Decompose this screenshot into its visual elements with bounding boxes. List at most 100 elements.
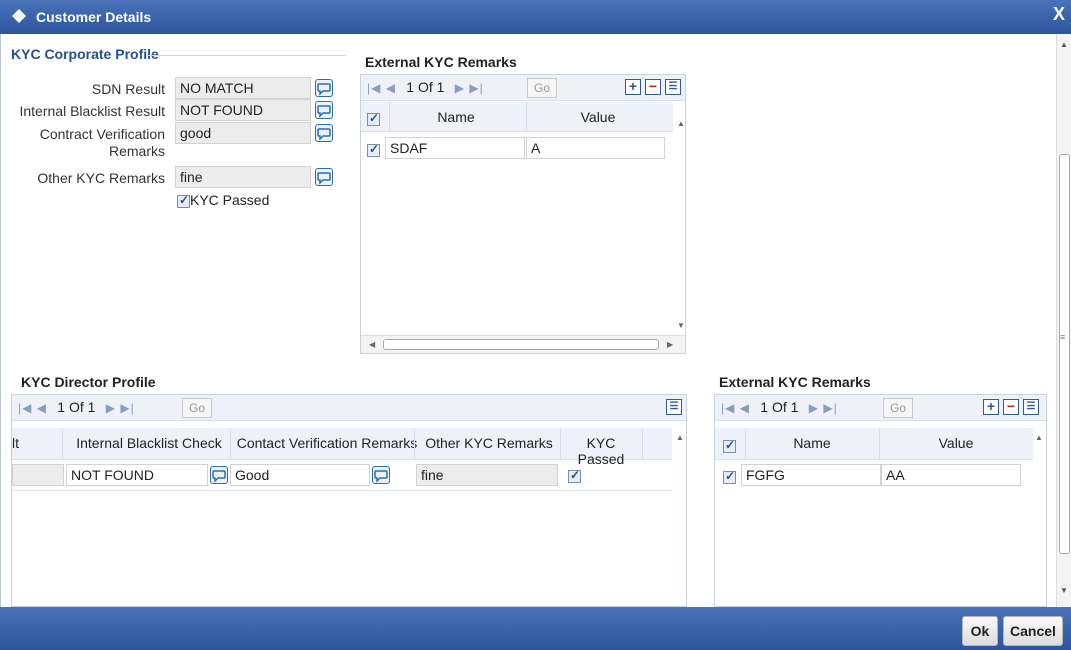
row-checkbox[interactable]	[723, 469, 736, 485]
select-all-checkbox[interactable]	[367, 111, 380, 126]
first-page-icon[interactable]: |◀	[721, 401, 735, 415]
window-title: Customer Details	[36, 9, 152, 25]
scroll-thumb[interactable]	[1059, 154, 1070, 554]
speech-bubble-icon	[317, 128, 331, 141]
select-all-checkbox[interactable]	[723, 438, 736, 453]
grid-toolbar: |◀ ◀ 1 Of 1 ▶ ▶| Go + − ☰	[715, 395, 1046, 421]
diamond-icon	[12, 9, 26, 23]
contact-verification-lookup-button[interactable]	[372, 466, 390, 484]
pager: |◀ ◀ 1 Of 1 ▶ ▶|	[721, 399, 838, 415]
column-header-contact-verification-remarks[interactable]: Contact Verification Remarks	[232, 435, 422, 451]
kyc-director-profile-grid: |◀ ◀ 1 Of 1 ▶ ▶| Go ☰ lt Internal Blackl…	[11, 394, 687, 607]
cancel-button[interactable]: Cancel	[1003, 616, 1063, 646]
table-row[interactable]: NOT FOUND Good fine	[12, 461, 672, 491]
value-cell[interactable]: A	[526, 137, 665, 159]
value-cell[interactable]: AA	[881, 464, 1021, 486]
column-header-sdn-result[interactable]: lt	[12, 435, 32, 451]
external-kyc-remarks-bottom-grid: |◀ ◀ 1 Of 1 ▶ ▶| Go + − ☰ Name Value FGF…	[714, 394, 1047, 607]
last-page-icon[interactable]: ▶|	[469, 81, 483, 95]
ok-button[interactable]: Ok	[962, 616, 998, 646]
column-header-internal-blacklist-check[interactable]: Internal Blacklist Check	[66, 435, 232, 451]
first-page-icon[interactable]: |◀	[18, 401, 32, 415]
scroll-down-arrow[interactable]: ▼	[1060, 586, 1068, 595]
content-area: KYC Corporate Profile SDN Result NO MATC…	[0, 34, 1071, 607]
column-header-value[interactable]: Value	[881, 435, 1031, 451]
last-page-icon[interactable]: ▶|	[823, 401, 837, 415]
list-icon[interactable]: ☰	[1023, 399, 1039, 415]
row-checkbox[interactable]	[367, 142, 380, 158]
scroll-thumb[interactable]	[383, 339, 659, 350]
go-button[interactable]: Go	[883, 398, 913, 418]
column-header-name[interactable]: Name	[391, 109, 521, 125]
grid-toolbar: |◀ ◀ 1 Of 1 ▶ ▶| Go + − ☰	[361, 75, 685, 101]
title-bar: Customer Details X	[0, 0, 1071, 34]
scroll-down-arrow[interactable]: ▼	[677, 321, 685, 330]
scroll-up-arrow[interactable]: ▲	[1035, 433, 1043, 442]
go-button[interactable]: Go	[527, 78, 557, 98]
scroll-up-arrow[interactable]: ▲	[676, 433, 684, 442]
prev-page-icon[interactable]: ◀	[37, 401, 47, 415]
horizontal-scrollbar[interactable]: ◀ ▶	[361, 335, 685, 353]
other-kyc-remarks-lookup-button[interactable]	[315, 168, 333, 186]
next-page-icon[interactable]: ▶	[809, 401, 819, 415]
contact-verification-cell[interactable]: Good	[230, 464, 370, 486]
grid-header: lt Internal Blacklist Check Contact Veri…	[12, 428, 672, 467]
list-icon[interactable]: ☰	[665, 79, 681, 95]
speech-bubble-icon	[212, 470, 226, 483]
table-row[interactable]: SDAF A	[361, 135, 673, 165]
sdn-lookup-button[interactable]	[315, 79, 333, 97]
name-cell[interactable]: SDAF	[385, 137, 525, 159]
scroll-right-arrow[interactable]: ▶	[667, 340, 673, 349]
next-page-icon[interactable]: ▶	[455, 81, 465, 95]
external-kyc-remarks-top-grid: |◀ ◀ 1 Of 1 ▶ ▶| Go + − ☰ Name Value SDA…	[360, 74, 686, 354]
contract-verification-lookup-button[interactable]	[315, 124, 333, 142]
contract-verification-field[interactable]: good	[175, 122, 311, 144]
last-page-icon[interactable]: ▶|	[120, 401, 134, 415]
other-kyc-remarks-cell[interactable]: fine	[416, 464, 558, 486]
prev-page-icon[interactable]: ◀	[386, 81, 396, 95]
page-indicator: 1 Of 1	[760, 399, 799, 415]
internal-blacklist-result-field[interactable]: NOT FOUND	[175, 99, 311, 121]
column-header-other-kyc-remarks[interactable]: Other KYC Remarks	[416, 435, 562, 451]
plus-icon[interactable]: +	[983, 399, 999, 415]
contract-verification-label: Contract Verification	[39, 126, 165, 142]
speech-bubble-icon	[317, 172, 331, 185]
other-kyc-remarks-label: Other KYC Remarks	[37, 170, 165, 186]
kyc-passed-label: KYC Passed	[190, 192, 270, 208]
table-row[interactable]: FGFG AA	[715, 461, 1033, 491]
column-header-value[interactable]: Value	[528, 109, 668, 125]
scroll-up-arrow[interactable]: ▲	[1060, 40, 1068, 49]
grid-header: Name Value	[715, 428, 1033, 460]
kyc-passed-checkbox[interactable]	[177, 193, 190, 208]
pager: |◀ ◀ 1 Of 1 ▶ ▶|	[18, 399, 135, 415]
internal-blacklist-lookup-button[interactable]	[210, 466, 228, 484]
minus-icon[interactable]: −	[645, 79, 661, 95]
next-page-icon[interactable]: ▶	[106, 401, 116, 415]
grid-toolbar: |◀ ◀ 1 Of 1 ▶ ▶| Go ☰	[12, 395, 686, 421]
kyc-passed-checkbox[interactable]	[568, 468, 581, 484]
internal-blacklist-cell[interactable]: NOT FOUND	[66, 464, 208, 486]
speech-bubble-icon	[374, 470, 388, 483]
sdn-result-field[interactable]: NO MATCH	[175, 77, 311, 99]
kyc-director-profile-title: KYC Director Profile	[21, 374, 156, 390]
minus-icon[interactable]: −	[1003, 399, 1019, 415]
plus-icon[interactable]: +	[625, 79, 641, 95]
other-kyc-remarks-field[interactable]: fine	[175, 166, 311, 188]
column-header-name[interactable]: Name	[747, 435, 877, 451]
close-button[interactable]: X	[1053, 4, 1065, 25]
page-indicator: 1 Of 1	[57, 399, 96, 415]
go-button[interactable]: Go	[182, 398, 212, 418]
first-page-icon[interactable]: |◀	[367, 81, 381, 95]
sdn-result-cell[interactable]	[12, 464, 64, 486]
contract-verification-label-remarks: Remarks	[108, 143, 165, 159]
scroll-left-arrow[interactable]: ◀	[369, 340, 375, 349]
scroll-up-arrow[interactable]: ▲	[677, 119, 685, 128]
grid-header: Name Value	[361, 102, 673, 132]
internal-blacklist-lookup-button[interactable]	[315, 101, 333, 119]
prev-page-icon[interactable]: ◀	[740, 401, 750, 415]
window-vertical-scrollbar[interactable]: ▲ ≡ ▼	[1056, 34, 1071, 607]
list-icon[interactable]: ☰	[666, 399, 682, 415]
name-cell[interactable]: FGFG	[741, 464, 881, 486]
sdn-result-label: SDN Result	[91, 81, 165, 97]
legend-divider	[146, 55, 346, 56]
